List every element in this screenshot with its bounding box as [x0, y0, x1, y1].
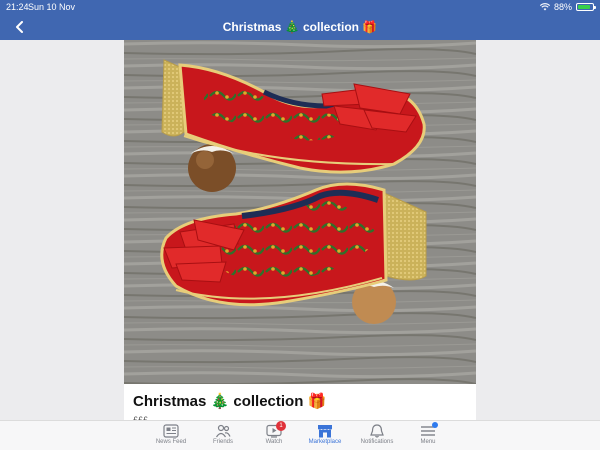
- tab-label: Menu: [420, 439, 436, 445]
- tab-news-feed[interactable]: News Feed: [141, 424, 201, 445]
- menu-notification-dot: [432, 422, 438, 428]
- bell-icon: [370, 424, 384, 438]
- listing-title: Christmas 🎄 collection 🎁: [133, 393, 327, 410]
- tab-label: News Feed: [155, 439, 187, 445]
- tab-bar: News Feed Friends 1 Watch Marketplace No…: [0, 420, 600, 450]
- status-date: Sun 10 Nov: [28, 2, 76, 12]
- friends-icon: [215, 424, 231, 438]
- wifi-icon: [539, 3, 550, 11]
- status-bar: 21:24 Sun 10 Nov 88%: [0, 0, 600, 14]
- page-title: Christmas 🎄 collection 🎁: [222, 20, 378, 34]
- battery-icon: [576, 3, 596, 11]
- nav-bar: Christmas 🎄 collection 🎁: [0, 14, 600, 40]
- tab-label: Notifications: [360, 439, 394, 445]
- tab-label: Friends: [212, 439, 233, 445]
- tab-label: Watch: [265, 439, 283, 445]
- battery-percent: 88%: [553, 2, 572, 12]
- tab-label: Marketplace: [308, 439, 342, 445]
- status-time: 21:24: [6, 2, 29, 12]
- shoes-image: [124, 40, 476, 384]
- news-feed-icon: [163, 424, 179, 438]
- marketplace-icon: [318, 425, 332, 438]
- watch-badge: 1: [276, 421, 286, 431]
- tab-menu[interactable]: Menu: [398, 422, 458, 445]
- tab-marketplace[interactable]: Marketplace: [295, 424, 355, 445]
- listing-photo[interactable]: [124, 40, 476, 384]
